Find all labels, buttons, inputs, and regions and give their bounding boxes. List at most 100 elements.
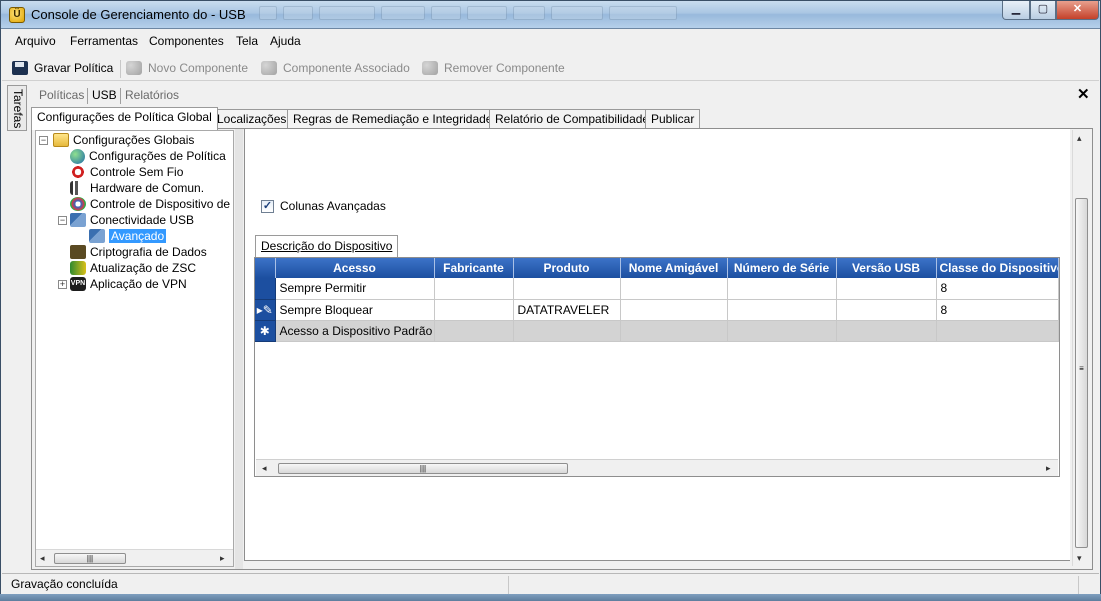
tab-remediation-rules[interactable]: Regras de Remediação e Integridade <box>287 109 499 129</box>
menu-ajuda[interactable]: Ajuda <box>270 34 301 48</box>
column-header-produto[interactable]: Produto <box>513 258 621 278</box>
collapse-expander-icon[interactable]: − <box>58 216 67 225</box>
tab-usb[interactable]: USB <box>92 88 117 102</box>
tree-node-global-settings[interactable]: Configurações Globais <box>53 132 194 148</box>
window-title: Console de Gerenciamento do - USB <box>31 7 246 22</box>
tree-node-policy-settings[interactable]: Configurações de Política <box>70 148 226 164</box>
tree-horizontal-scrollbar[interactable]: ◂ ||| ▸ <box>36 549 233 566</box>
tab-publish[interactable]: Publicar <box>645 109 701 129</box>
row-header[interactable] <box>255 278 276 300</box>
components-icon <box>126 61 142 75</box>
cell-classe[interactable]: 8 <box>936 278 1059 300</box>
close-window-button[interactable]: ✕ <box>1056 1 1099 20</box>
cell-versao-usb[interactable] <box>836 278 937 300</box>
scrollbar-thumb[interactable]: ||| <box>278 463 568 474</box>
update-icon <box>70 261 86 275</box>
cell-nome-amigavel[interactable] <box>620 299 728 321</box>
table-row-new[interactable]: ✱ Acesso a Dispositivo Padrão <box>255 320 1059 342</box>
cell-versao-usb[interactable] <box>836 299 937 321</box>
remove-component-button[interactable]: Remover Componente <box>422 61 565 75</box>
tasks-panel-tab[interactable]: Tarefas <box>7 85 27 131</box>
tab-device-description[interactable]: Descrição do Dispositivo <box>255 235 399 257</box>
scroll-up-icon[interactable]: ▴ <box>1077 133 1082 144</box>
scrollbar-thumb[interactable]: ||| <box>54 553 126 564</box>
wireless-icon <box>70 165 86 179</box>
tree-node-advanced[interactable]: Avançado <box>89 228 167 244</box>
column-header-classe[interactable]: Classe do Dispositivo <box>936 258 1059 278</box>
tab-locations[interactable]: Localizações <box>211 109 293 129</box>
table-row[interactable]: Sempre Permitir 8 <box>255 278 1059 300</box>
collapse-expander-icon[interactable]: − <box>39 136 48 145</box>
cell-acesso[interactable]: Sempre Bloquear <box>275 299 435 321</box>
cell-numero-serie[interactable] <box>727 320 837 342</box>
close-panel-icon[interactable]: ✕ <box>1077 85 1090 103</box>
tree-node-data-encryption[interactable]: Criptografia de Dados <box>70 244 207 260</box>
tab-global-policy[interactable]: Configurações de Política Global <box>31 107 218 130</box>
minimize-button[interactable]: ▁ <box>1002 1 1030 20</box>
menu-ferramentas[interactable]: Ferramentas <box>70 34 138 48</box>
scrollbar-thumb[interactable]: ≡ <box>1075 198 1088 548</box>
cell-classe[interactable]: 8 <box>936 299 1059 321</box>
scroll-left-icon[interactable]: ◂ <box>40 553 45 564</box>
tree-node-zsc-update[interactable]: Atualização de ZSC <box>70 260 196 276</box>
expand-expander-icon[interactable]: + <box>58 280 67 289</box>
cell-versao-usb[interactable] <box>836 320 937 342</box>
column-header-acesso[interactable]: Acesso <box>275 258 435 278</box>
menu-tela[interactable]: Tela <box>236 34 258 48</box>
tree-node-wireless-control[interactable]: Controle Sem Fio <box>70 164 183 180</box>
cell-produto[interactable] <box>513 320 621 342</box>
tree-node-usb-connectivity[interactable]: Conectividade USB <box>70 212 194 228</box>
column-header-numero-serie[interactable]: Número de Série <box>727 258 837 278</box>
scroll-right-icon[interactable]: ▸ <box>220 553 225 564</box>
floppy-disk-icon <box>12 61 28 75</box>
tree-node-label: Configurações Globais <box>73 133 195 147</box>
cell-acesso[interactable]: Acesso a Dispositivo Padrão <box>275 320 435 342</box>
cell-acesso[interactable]: Sempre Permitir <box>275 278 435 300</box>
cell-fabricante[interactable] <box>434 278 514 300</box>
new-row-asterisk-icon[interactable]: ✱ <box>255 320 276 342</box>
column-header-versao-usb[interactable]: Versão USB <box>836 258 937 278</box>
cell-numero-serie[interactable] <box>727 299 837 321</box>
save-policy-button[interactable]: Gravar Política <box>12 61 113 75</box>
pane-splitter[interactable] <box>235 129 243 569</box>
cell-produto[interactable]: DATATRAVELER <box>513 299 621 321</box>
app-logo-icon: Ü <box>9 7 25 23</box>
tab-relatorios[interactable]: Relatórios <box>125 88 179 102</box>
row-header-editing-icon[interactable]: ▸✎ <box>255 299 276 321</box>
new-component-button[interactable]: Novo Componente <box>126 61 248 75</box>
cell-produto[interactable] <box>513 278 621 300</box>
tree-node-vpn-enforcement[interactable]: VPN Aplicação de VPN <box>70 276 187 292</box>
maximize-button[interactable]: ▢ <box>1030 1 1056 20</box>
row-header-corner <box>255 258 276 278</box>
cell-fabricante[interactable] <box>434 299 514 321</box>
tab-divider <box>87 88 88 104</box>
grid-horizontal-scrollbar[interactable]: ◂ ||| ▸ <box>256 459 1058 476</box>
cell-nome-amigavel[interactable] <box>620 320 728 342</box>
cell-numero-serie[interactable] <box>727 278 837 300</box>
components-icon <box>422 61 438 75</box>
tree-node-label: Controle Sem Fio <box>90 165 184 179</box>
associated-component-button[interactable]: Componente Associado <box>261 61 410 75</box>
scroll-down-icon[interactable]: ▾ <box>1077 553 1082 564</box>
tree-node-device-control[interactable]: Controle de Dispositivo de <box>70 196 230 212</box>
cell-classe[interactable] <box>936 320 1059 342</box>
cell-fabricante[interactable] <box>434 320 514 342</box>
cell-nome-amigavel[interactable] <box>620 278 728 300</box>
tasks-label: Tarefas <box>11 89 25 129</box>
menu-arquivo[interactable]: Arquivo <box>15 34 56 48</box>
status-divider <box>1078 576 1079 594</box>
tab-politicas[interactable]: Políticas <box>39 88 84 102</box>
device-grid: Acesso Fabricante Produto Nome Amigável … <box>254 257 1060 477</box>
tab-compatibility-report[interactable]: Relatório de Compatibilidade <box>489 109 656 129</box>
tree-node-comm-hardware[interactable]: Hardware de Comun. <box>70 180 204 196</box>
scroll-left-icon[interactable]: ◂ <box>262 463 267 474</box>
menu-componentes[interactable]: Componentes <box>149 34 224 48</box>
scroll-right-icon[interactable]: ▸ <box>1046 463 1051 474</box>
column-header-fabricante[interactable]: Fabricante <box>434 258 514 278</box>
column-header-nome-amigavel[interactable]: Nome Amigável <box>620 258 728 278</box>
vertical-scrollbar[interactable]: ▴ ≡ ▾ <box>1072 130 1089 566</box>
policy-tree: − Configurações Globais Configurações de… <box>35 130 234 567</box>
checkbox-checked-icon[interactable]: ✓ <box>261 199 274 213</box>
advanced-columns-checkbox[interactable]: ✓ Colunas Avançadas <box>261 199 386 213</box>
table-row[interactable]: ▸✎ Sempre Bloquear DATATRAVELER 8 <box>255 299 1059 321</box>
